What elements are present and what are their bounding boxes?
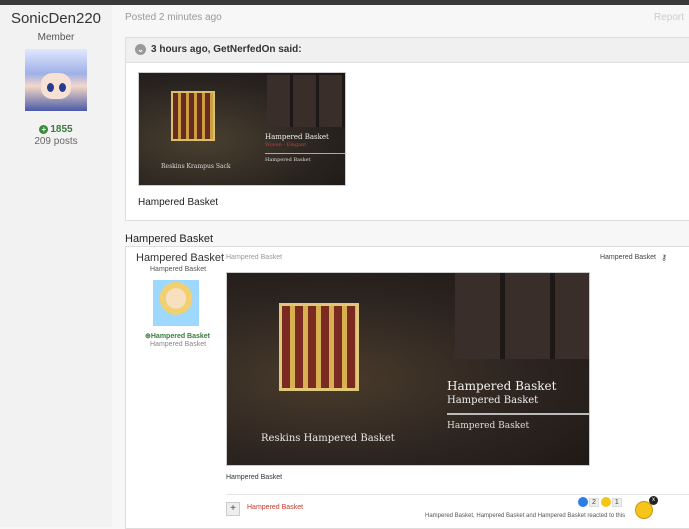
close-icon[interactable]: x	[649, 496, 658, 505]
quote-header[interactable]: ⌄ 3 hours ago, GetNerfedOn said:	[126, 38, 689, 63]
embed-post-count: Hampered Basket	[150, 341, 207, 348]
embed-avatar[interactable]	[153, 280, 199, 326]
quoted-image-subtitle: Woven - Elegant	[265, 142, 307, 148]
quoted-image-reskins-label: Reskins Krampus Sack	[161, 163, 231, 170]
embed-reputation-text: Hampered Basket	[150, 333, 211, 340]
quoted-image-item-small: Hampered Basket	[265, 157, 311, 163]
laugh-reaction-icon[interactable]	[600, 497, 611, 507]
avatar-eye	[47, 83, 54, 92]
skin-grid	[455, 273, 589, 359]
author-name[interactable]: SonicDen220	[0, 10, 112, 27]
reacted-text: Hampered Basket, Hampered Basket and Ham…	[425, 513, 626, 519]
embed-image-reskins-label: Reskins Hampered Basket	[261, 433, 395, 444]
author-role: Member	[37, 32, 75, 43]
quoted-image-item-name: Hampered Basket	[265, 133, 329, 141]
divider	[226, 494, 689, 495]
heart-reaction-icon[interactable]	[578, 497, 588, 507]
skin-grid	[267, 75, 345, 127]
post-text: Hampered Basket	[125, 233, 214, 245]
embed-author-name[interactable]: Hampered Basket	[136, 252, 224, 264]
quote-header-text: 3 hours ago, GetNerfedOn said:	[151, 44, 302, 55]
basket-icon	[171, 91, 215, 141]
embed-image-item-name-2: Hampered Basket	[447, 395, 539, 406]
share-icon[interactable]: ⚷	[661, 253, 667, 262]
reaction-picker-icon[interactable]: x	[635, 496, 658, 519]
reputation-badge: +1855	[0, 124, 112, 135]
quoted-image[interactable]: Hampered Basket Woven - Elegant Hampered…	[138, 72, 346, 186]
avatar-eye	[59, 83, 66, 92]
embed-timestamp[interactable]: Hampered Basket	[226, 254, 282, 261]
quote-block: ⌄ 3 hours ago, GetNerfedOn said: Hampered…	[125, 37, 689, 221]
post-timestamp[interactable]: Posted 2 minutes ago	[125, 12, 222, 23]
embed-title-right[interactable]: Hampered Basket	[600, 254, 656, 261]
reputation-count: 1855	[50, 124, 73, 135]
embed-image-item-name: Hampered Basket	[447, 379, 557, 393]
avatar-face	[41, 73, 71, 99]
embed-reputation: ⊕Hampered Basket	[145, 333, 211, 340]
embed-author-role: Hampered Basket	[150, 266, 207, 273]
embed-caption: Hampered Basket	[226, 474, 283, 481]
chevron-down-icon[interactable]: ⌄	[135, 43, 146, 55]
divider	[447, 413, 589, 415]
reaction-count: 1	[611, 497, 622, 507]
quote-text: Hampered Basket	[138, 197, 219, 208]
embed-link[interactable]: Hampered Basket	[247, 504, 303, 511]
embed-image-item-name-3: Hampered Basket	[447, 421, 530, 431]
report-link[interactable]: Report	[654, 12, 684, 23]
avatar[interactable]	[25, 49, 87, 111]
post-count: 209 posts	[34, 136, 78, 147]
embed-image[interactable]: Hampered Basket Hampered Basket Hampered…	[226, 272, 590, 466]
divider	[265, 153, 345, 154]
basket-icon	[279, 303, 359, 391]
embedded-post: Hampered Basket Hampered Basket ⊕Hampere…	[125, 246, 689, 529]
author-panel: SonicDen220 Member +1855 209 posts	[0, 5, 112, 527]
reactions[interactable]: 21	[578, 497, 624, 507]
reaction-count: 2	[589, 497, 599, 507]
plus-icon: +	[39, 124, 49, 134]
add-button[interactable]: +	[226, 502, 240, 516]
